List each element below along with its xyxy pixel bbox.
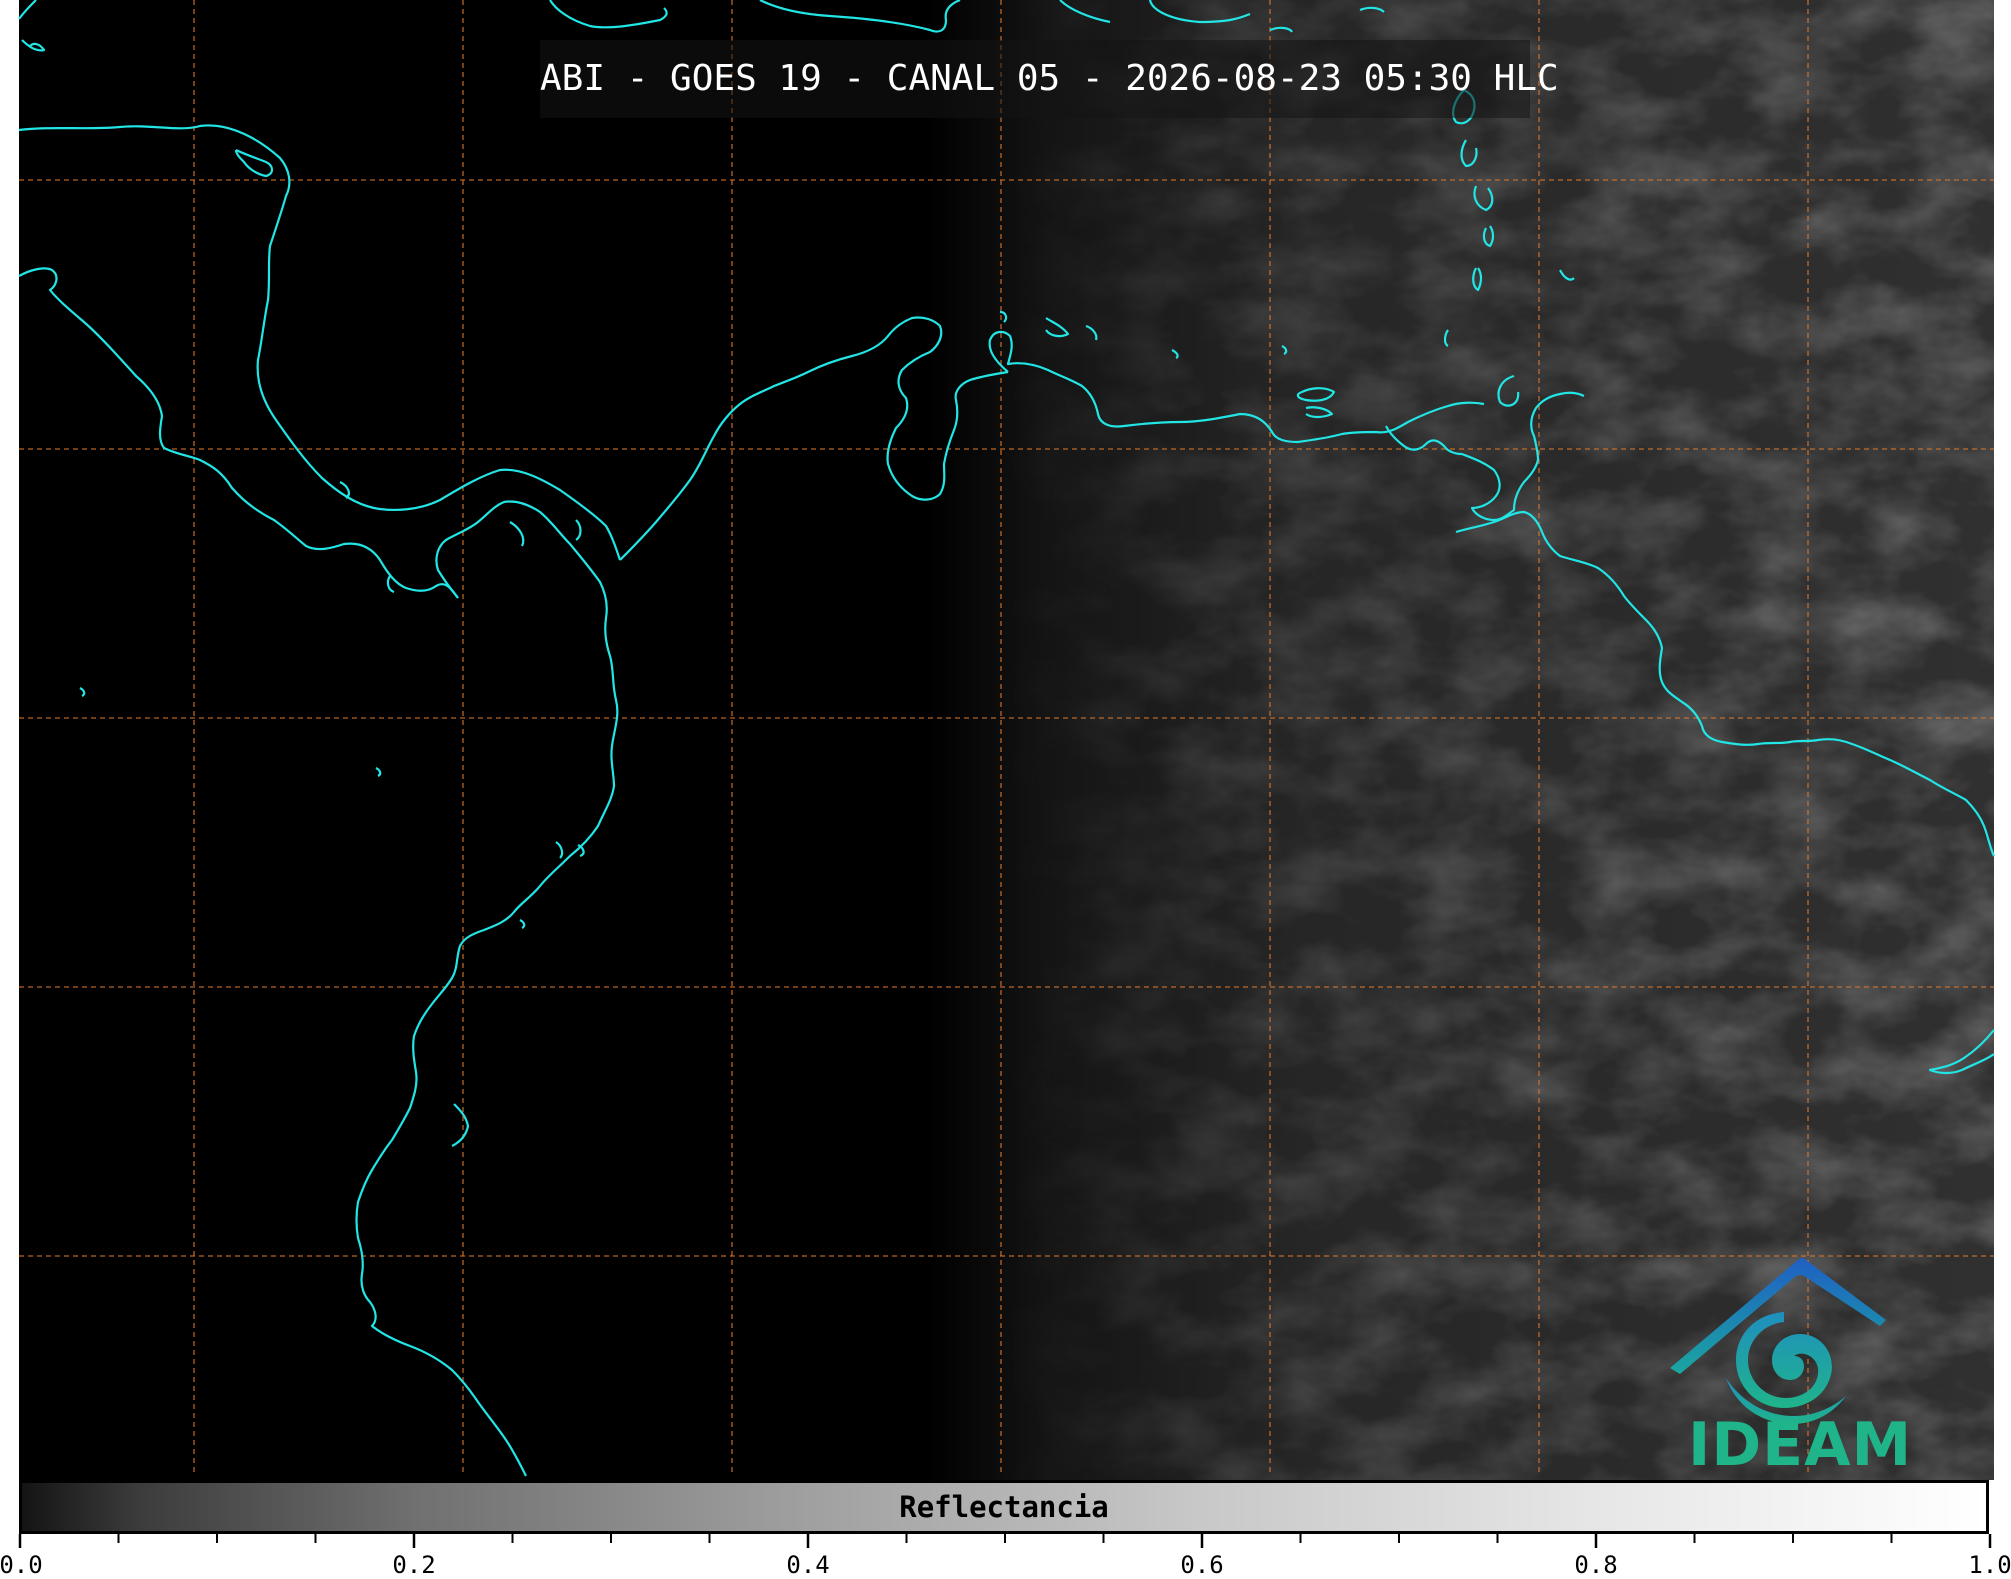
reflectance-colorbar: Reflectancia [19, 1480, 1989, 1534]
colorbar-tick-label: 0.2 [392, 1551, 436, 1579]
ideam-logo-text: IDEAM [1688, 1410, 1913, 1480]
colorbar-tick-label: 0.6 [1180, 1551, 1224, 1579]
colorbar-tick-label: 1.0 [1968, 1551, 2011, 1579]
satellite-image-map [0, 0, 2011, 1480]
satellite-viewer: ABI - GOES 19 - CANAL 05 - 2026-08-23 05… [0, 0, 2011, 1579]
colorbar-label: Reflectancia [899, 1490, 1109, 1524]
colorbar-tick-label: 0.8 [1574, 1551, 1618, 1579]
colorbar-tick-label: 0.4 [786, 1551, 830, 1579]
colorbar-tick-label: 0.0 [0, 1551, 43, 1579]
image-title: ABI - GOES 19 - CANAL 05 - 2026-08-23 05… [540, 40, 1559, 118]
